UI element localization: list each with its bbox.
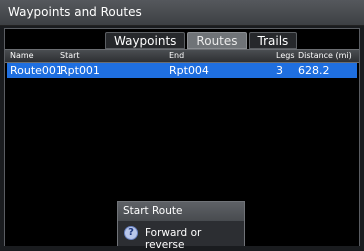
column-header-start[interactable]: Start — [60, 50, 80, 62]
popup-title: Start Route — [118, 202, 244, 221]
cell-end: Rpt004 — [169, 64, 209, 77]
column-header-name[interactable]: Name — [10, 50, 34, 62]
cell-start: Rpt001 — [60, 64, 100, 77]
start-route-popup: Start Route ? Forward or reverse — [117, 201, 245, 251]
forward-or-reverse-option[interactable]: ? Forward or reverse — [118, 222, 244, 251]
question-icon: ? — [124, 226, 138, 240]
tab-trails[interactable]: Trails — [248, 32, 298, 49]
column-header-distance[interactable]: Distance (mi) — [298, 50, 352, 62]
column-header-end[interactable]: End — [169, 50, 184, 62]
tab-routes[interactable]: Routes — [187, 32, 247, 49]
window-title: Waypoints and Routes — [0, 0, 364, 26]
cell-name: Route001 — [10, 64, 63, 77]
cell-distance: 628.2 — [298, 64, 330, 77]
cell-legs: 3 — [276, 64, 283, 77]
tab-bar: Waypoints Routes Trails — [105, 32, 299, 49]
column-header-legs[interactable]: Legs — [276, 50, 294, 62]
table-header: Name Start End Legs Distance (mi) — [5, 49, 359, 63]
popup-item-label: Forward or reverse — [145, 227, 202, 251]
table-row[interactable]: Route001 Rpt001 Rpt004 3 628.2 — [7, 63, 357, 78]
tab-waypoints[interactable]: Waypoints — [105, 32, 186, 49]
